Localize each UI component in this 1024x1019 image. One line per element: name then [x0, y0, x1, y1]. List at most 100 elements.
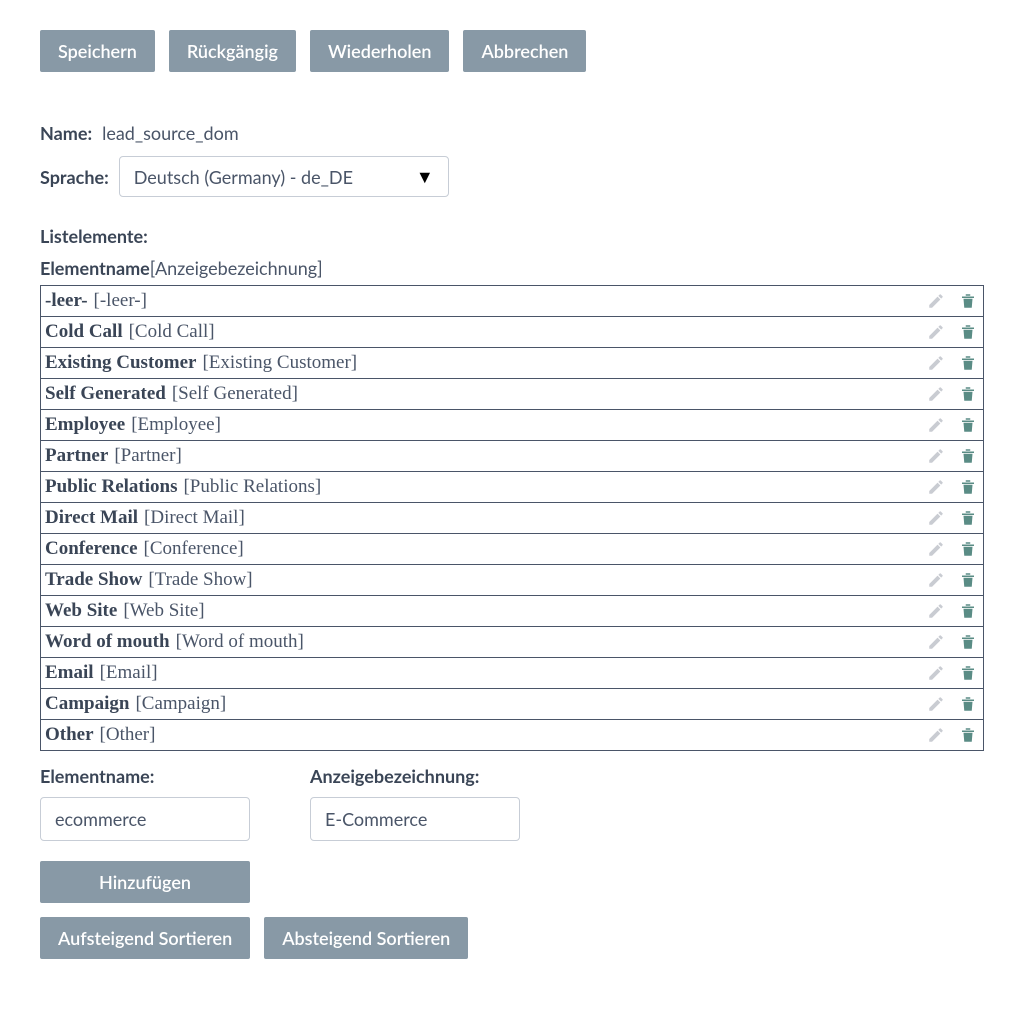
header-name: Elementname [40, 257, 150, 279]
list-row: Trade Show [Trade Show] [41, 565, 983, 596]
edit-icon[interactable] [927, 354, 945, 372]
row-icons [927, 416, 977, 434]
edit-icon[interactable] [927, 602, 945, 620]
list-row: Partner [Partner] [41, 441, 983, 472]
delete-icon[interactable] [959, 292, 977, 310]
delete-icon[interactable] [959, 478, 977, 496]
list-table: -leer-[-leer-]Cold Call[Cold Call]Existi… [40, 285, 984, 751]
row-icons [927, 664, 977, 682]
sort-asc-button[interactable]: Aufsteigend Sortieren [40, 917, 250, 959]
item-name: Trade Show [45, 569, 142, 591]
list-row: Cold Call[Cold Call] [41, 317, 983, 348]
add-section: Elementname: Hinzufügen Anzeigebezeichnu… [40, 765, 984, 903]
edit-icon[interactable] [927, 447, 945, 465]
item-name: -leer- [45, 290, 88, 312]
edit-icon[interactable] [927, 695, 945, 713]
item-name: Self Generated [45, 383, 166, 405]
row-icons [927, 323, 977, 341]
language-select[interactable]: Deutsch (Germany) - de_DE ▼ [119, 156, 449, 197]
delete-icon[interactable] [959, 695, 977, 713]
item-display: [Email] [100, 662, 158, 684]
row-icons [927, 602, 977, 620]
row-icons [927, 478, 977, 496]
item-name: Campaign [45, 693, 129, 715]
list-header: Elementname[Anzeigebezeichnung] [40, 257, 984, 279]
header-display: [Anzeigebezeichnung] [150, 257, 323, 279]
delete-icon[interactable] [959, 571, 977, 589]
edit-icon[interactable] [927, 416, 945, 434]
row-icons [927, 571, 977, 589]
item-name: Employee [45, 414, 125, 436]
edit-icon[interactable] [927, 323, 945, 341]
add-name-label: Elementname: [40, 765, 250, 787]
delete-icon[interactable] [959, 633, 977, 651]
row-icons [927, 695, 977, 713]
name-row: Name: lead_source_dom [40, 122, 984, 144]
item-name: Other [45, 724, 94, 746]
redo-button[interactable]: Wiederholen [310, 30, 449, 72]
delete-icon[interactable] [959, 664, 977, 682]
list-row: -leer- [-leer-] [41, 286, 983, 317]
add-display-col: Anzeigebezeichnung: [310, 765, 520, 903]
element-name-input[interactable] [40, 797, 250, 841]
item-display: [Trade Show] [148, 569, 252, 591]
list-row: Campaign [Campaign] [41, 689, 983, 720]
item-name: Web Site [45, 600, 117, 622]
edit-icon[interactable] [927, 571, 945, 589]
row-icons [927, 633, 977, 651]
edit-icon[interactable] [927, 478, 945, 496]
item-name: Conference [45, 538, 138, 560]
delete-icon[interactable] [959, 602, 977, 620]
list-row: Self Generated[Self Generated] [41, 379, 983, 410]
name-value: lead_source_dom [102, 122, 239, 144]
list-row: Direct Mail[Direct Mail] [41, 503, 983, 534]
item-display: [Existing Customer] [202, 352, 357, 374]
item-name: Partner [45, 445, 108, 467]
edit-icon[interactable] [927, 509, 945, 527]
list-row: Other[Other] [41, 720, 983, 751]
edit-icon[interactable] [927, 540, 945, 558]
row-icons [927, 509, 977, 527]
item-display: [Direct Mail] [144, 507, 245, 529]
chevron-down-icon: ▼ [416, 165, 434, 188]
sort-row: Aufsteigend Sortieren Absteigend Sortier… [40, 917, 984, 959]
delete-icon[interactable] [959, 416, 977, 434]
delete-icon[interactable] [959, 540, 977, 558]
edit-icon[interactable] [927, 385, 945, 403]
item-display: [Public Relations] [183, 476, 321, 498]
item-display: [Employee] [131, 414, 221, 436]
display-label-input[interactable] [310, 797, 520, 841]
delete-icon[interactable] [959, 323, 977, 341]
item-display: [Partner] [114, 445, 182, 467]
add-display-label: Anzeigebezeichnung: [310, 765, 520, 787]
edit-icon[interactable] [927, 292, 945, 310]
list-section-label: Listelemente: [40, 225, 984, 247]
list-row: Employee [Employee] [41, 410, 983, 441]
delete-icon[interactable] [959, 354, 977, 372]
item-name: Existing Customer [45, 352, 196, 374]
list-row: Word of mouth[Word of mouth] [41, 627, 983, 658]
sort-desc-button[interactable]: Absteigend Sortieren [264, 917, 468, 959]
delete-icon[interactable] [959, 726, 977, 744]
delete-icon[interactable] [959, 385, 977, 403]
row-icons [927, 726, 977, 744]
edit-icon[interactable] [927, 633, 945, 651]
row-icons [927, 385, 977, 403]
row-icons [927, 292, 977, 310]
item-display: [Campaign] [135, 693, 226, 715]
row-icons [927, 354, 977, 372]
undo-button[interactable]: Rückgängig [169, 30, 296, 72]
item-name: Email [45, 662, 94, 684]
list-row: Conference[Conference] [41, 534, 983, 565]
save-button[interactable]: Speichern [40, 30, 155, 72]
name-label: Name: [40, 122, 92, 144]
edit-icon[interactable] [927, 726, 945, 744]
item-display: [-leer-] [94, 290, 147, 312]
delete-icon[interactable] [959, 509, 977, 527]
cancel-button[interactable]: Abbrechen [463, 30, 586, 72]
edit-icon[interactable] [927, 664, 945, 682]
language-value: Deutsch (Germany) - de_DE [134, 166, 353, 188]
add-button[interactable]: Hinzufügen [40, 861, 250, 903]
delete-icon[interactable] [959, 447, 977, 465]
list-row: Existing Customer [Existing Customer] [41, 348, 983, 379]
